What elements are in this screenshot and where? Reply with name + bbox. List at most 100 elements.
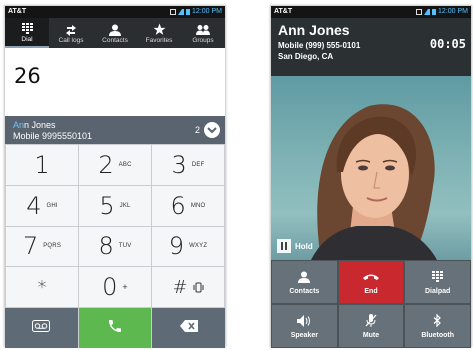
suggestion-name-rest: n Jones: [24, 120, 56, 130]
mute-button[interactable]: Mute: [338, 305, 404, 347]
tab-label: Contacts: [102, 36, 128, 44]
person-icon: [298, 270, 311, 284]
phone-icon: [107, 318, 123, 339]
dialer-screen: AT&T 12:00 PM Dial Call logs Contacts Fa…: [4, 5, 226, 348]
key-0[interactable]: 0 +: [79, 267, 151, 307]
key-digit: *: [37, 276, 47, 298]
key-letters: MNO: [190, 202, 206, 209]
key-5[interactable]: 5 JKL: [79, 185, 151, 226]
bluetooth-button[interactable]: Bluetooth: [405, 305, 470, 347]
dialpad-icon: [432, 270, 444, 284]
speaker-button[interactable]: Speaker: [272, 305, 337, 347]
caller-location: San Diego, CA: [278, 52, 334, 61]
dialer-bottom-bar: [5, 308, 225, 348]
clock: 12:00 PM: [438, 8, 468, 15]
key-letters: JKL: [119, 202, 131, 209]
call-button[interactable]: [78, 308, 152, 348]
caller-name: Ann Jones: [278, 22, 350, 38]
key-3[interactable]: 3 DEF: [152, 145, 224, 185]
carrier-label: AT&T: [8, 8, 27, 15]
key-digit: 5: [99, 191, 115, 220]
tab-groups[interactable]: Groups: [181, 18, 225, 48]
key-letters: DEF: [191, 161, 205, 168]
in-call-screen: AT&T 12:00 PM Ann Jones Mobile (999) 555…: [270, 5, 472, 348]
group-icon: [196, 23, 210, 37]
key-6[interactable]: 6 MNO: [152, 185, 224, 226]
backspace-icon: [179, 319, 198, 337]
key-digit: 9: [168, 232, 185, 261]
status-icons: 12:00 PM: [416, 6, 468, 18]
caller-portrait: [311, 104, 437, 260]
tab-label: Groups: [192, 36, 214, 44]
action-label: Contacts: [289, 287, 320, 295]
bluetooth-icon: [433, 314, 442, 328]
number-input[interactable]: 26: [5, 48, 225, 116]
signal-icon: [424, 9, 431, 15]
status-bar: AT&T 12:00 PM: [271, 6, 471, 18]
dialer-tab-bar: Dial Call logs Contacts Favorites Groups: [5, 18, 225, 48]
tab-dial[interactable]: Dial: [5, 18, 49, 48]
key-digit: 2: [98, 150, 114, 179]
key-digit: 6: [170, 191, 186, 220]
action-label: End: [364, 287, 378, 295]
contact-suggestion[interactable]: Ann Jones Mobile 9995550101 2: [5, 116, 225, 144]
action-label: Bluetooth: [421, 331, 454, 339]
battery-icon: [186, 9, 191, 15]
action-label: Mute: [362, 331, 380, 339]
speaker-icon: [297, 314, 311, 328]
voicemail-icon: [32, 319, 51, 337]
keypad: 1 2 ABC 3 DEF 4 GHI 5 JKL 6 MNO 7 PQRS 8 TUV 9W…: [5, 144, 225, 308]
dialpad-button[interactable]: Dialpad: [405, 261, 470, 303]
nfc-icon: [416, 9, 423, 15]
delete-button[interactable]: [152, 308, 225, 348]
suggestion-name: Ann Jones: [13, 120, 56, 130]
signal-icon: [178, 9, 185, 15]
tab-call-logs[interactable]: Call logs: [49, 18, 93, 48]
tab-contacts[interactable]: Contacts: [93, 18, 137, 48]
action-label: Dialpad: [425, 287, 451, 295]
hold-button[interactable]: Hold: [277, 239, 313, 253]
key-1[interactable]: 1: [6, 145, 78, 185]
status-icons: 12:00 PM: [170, 6, 222, 18]
tab-label: Dial: [21, 35, 33, 43]
key-digit: 0: [102, 273, 118, 302]
action-label: Speaker: [290, 331, 318, 339]
status-bar: AT&T 12:00 PM: [5, 6, 225, 18]
key-digit: 7: [22, 232, 39, 261]
carrier-label: AT&T: [274, 8, 293, 15]
call-logs-icon: [65, 23, 77, 37]
suggestion-number: Mobile 9995550101: [13, 131, 93, 141]
key-star[interactable]: *: [6, 267, 78, 307]
caller-photo: Hold: [271, 76, 471, 260]
key-letters: TUV: [118, 243, 132, 250]
hold-label: Hold: [295, 241, 313, 251]
key-letters: WXYZ: [189, 243, 208, 250]
tab-label: Favorites: [145, 36, 173, 44]
call-timer: 00:05: [429, 37, 466, 51]
end-call-button[interactable]: End: [338, 261, 404, 303]
key-letters: ABC: [118, 161, 132, 168]
key-8[interactable]: 8 TUV: [79, 226, 151, 267]
caller-number: Mobile (999) 555-0101: [278, 41, 361, 50]
key-7[interactable]: 7 PQRS: [6, 226, 78, 267]
key-2[interactable]: 2 ABC: [79, 145, 151, 185]
key-letters: +: [122, 282, 128, 293]
entered-number: 26: [14, 64, 41, 88]
mute-icon: [365, 314, 377, 328]
voicemail-button[interactable]: [5, 308, 78, 348]
key-9[interactable]: 9 WXYZ: [152, 226, 224, 267]
contacts-button[interactable]: Contacts: [272, 261, 337, 303]
chevron-down-icon[interactable]: [204, 122, 220, 138]
key-4[interactable]: 4 GHI: [6, 185, 78, 226]
pause-icon: [277, 239, 291, 253]
key-digit: #: [172, 276, 188, 298]
end-call-icon: [362, 270, 379, 284]
key-digit: 4: [26, 191, 42, 220]
key-digit: 3: [171, 150, 187, 179]
key-hash[interactable]: #: [152, 267, 224, 307]
clock: 12:00 PM: [192, 8, 222, 15]
nfc-icon: [170, 9, 177, 15]
vibrate-icon: [193, 282, 204, 293]
key-letters: PQRS: [43, 243, 62, 250]
tab-favorites[interactable]: Favorites: [137, 18, 181, 48]
